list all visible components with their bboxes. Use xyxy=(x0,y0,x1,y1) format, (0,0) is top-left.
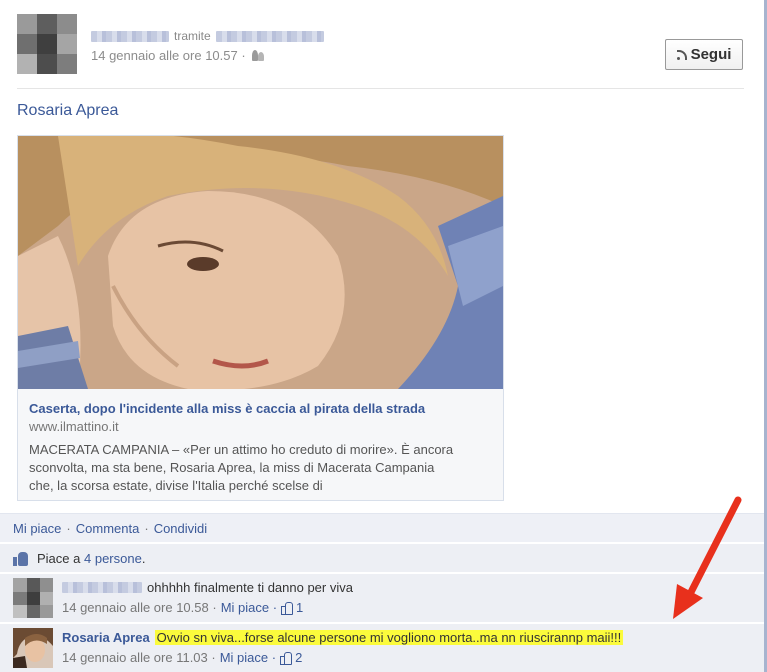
comment-like-link[interactable]: Mi piace · xyxy=(221,600,277,615)
poster-avatar-pixelated[interactable] xyxy=(17,14,77,74)
follow-label: Segui xyxy=(690,46,732,63)
link-title[interactable]: Caserta, dopo l'incidente alla miss è ca… xyxy=(29,401,425,416)
comment-item: ohhhhh finalmente ti danno per viva 14 g… xyxy=(0,573,764,622)
comment-author[interactable]: Rosaria Aprea xyxy=(62,630,150,645)
post-meta: 14 gennaio alle ore 10.57 · xyxy=(91,48,265,63)
link-thumbnail-photo[interactable] xyxy=(18,136,503,389)
comment-item: Rosaria Aprea Ovvio sn viva...forse alcu… xyxy=(0,623,764,672)
post-timestamp[interactable]: 14 gennaio alle ore 10.57 · xyxy=(91,48,246,63)
commenter-avatar-pixelated[interactable] xyxy=(13,578,53,618)
likes-summary: Piace a 4 persone. xyxy=(0,543,764,572)
commenter-avatar[interactable] xyxy=(13,628,53,668)
comment-like-count[interactable]: 1 xyxy=(296,600,303,615)
comment-timestamp[interactable]: 14 gennaio alle ore 11.03 · xyxy=(62,650,216,665)
header-divider xyxy=(17,88,744,89)
comment-text: ohhhhh finalmente ti danno per viva xyxy=(147,580,353,595)
blurred-poster-name[interactable] xyxy=(91,30,169,42)
thumbs-up-icon[interactable] xyxy=(281,602,294,615)
separator-dot: · xyxy=(144,520,149,536)
separator-dot: · xyxy=(66,520,71,536)
comment-action[interactable]: Commenta xyxy=(76,521,140,536)
comment-body: ohhhhh finalmente ti danno per viva xyxy=(62,580,353,595)
via-label: tramite xyxy=(174,29,211,43)
friends-icon[interactable] xyxy=(251,50,265,61)
comment-body: Rosaria Aprea Ovvio sn viva...forse alcu… xyxy=(62,630,624,645)
blurred-commenter-name[interactable] xyxy=(62,582,142,593)
portrait-photo-illustration xyxy=(18,136,503,389)
likes-prefix: Piace a xyxy=(37,550,81,566)
comment-timestamp[interactable]: 14 gennaio alle ore 10.58 · xyxy=(62,600,217,615)
post-attribution: tramite xyxy=(91,28,324,44)
likes-count-link[interactable]: 4 persone xyxy=(84,551,142,566)
comment-meta: 14 gennaio alle ore 11.03 · Mi piace · 2 xyxy=(62,650,302,665)
comment-like-link[interactable]: Mi piace · xyxy=(220,650,276,665)
share-action[interactable]: Condividi xyxy=(154,521,207,536)
thumbs-up-icon xyxy=(13,551,29,566)
thumbs-up-icon[interactable] xyxy=(280,652,293,665)
likes-suffix: . xyxy=(141,550,146,566)
blurred-app-name[interactable] xyxy=(215,30,324,42)
annotation-arrow-icon xyxy=(673,496,742,619)
link-description: MACERATA CAMPANIA – «Per un attimo ho cr… xyxy=(29,442,454,493)
tagged-person-link[interactable]: Rosaria Aprea xyxy=(17,102,118,120)
link-domain: www.ilmattino.it xyxy=(29,419,119,434)
like-action[interactable]: Mi piace xyxy=(13,521,61,536)
avatar-photo xyxy=(13,628,53,668)
follow-button[interactable]: Segui xyxy=(665,39,743,70)
rss-icon xyxy=(676,49,687,60)
shared-link-card[interactable]: Caserta, dopo l'incidente alla miss è ca… xyxy=(17,135,504,501)
comment-text-highlighted: Ovvio sn viva...forse alcune persone mi … xyxy=(154,630,624,645)
comment-like-count[interactable]: 2 xyxy=(295,650,302,665)
post-action-bar: Mi piace · Commenta · Condividi xyxy=(0,513,764,542)
comment-meta: 14 gennaio alle ore 10.58 · Mi piace · 1 xyxy=(62,600,303,615)
